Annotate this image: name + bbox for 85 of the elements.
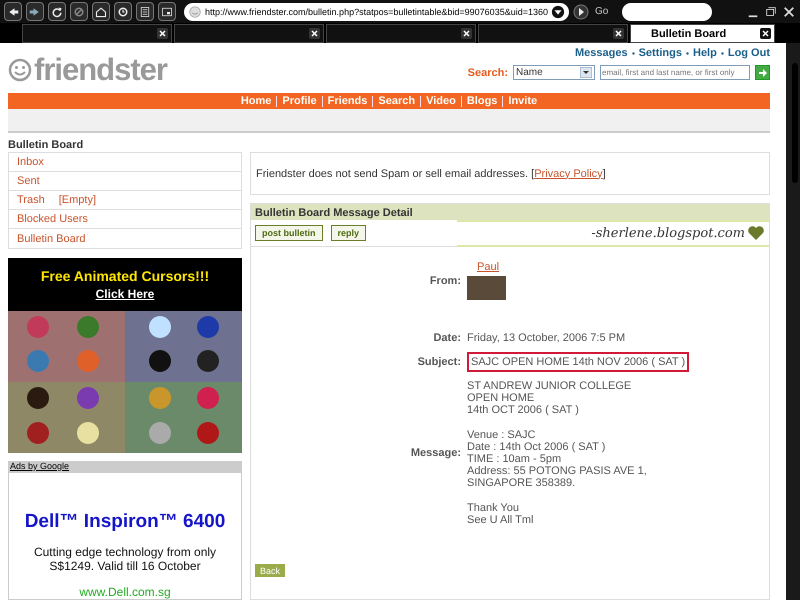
action-button[interactable]: post bulletin xyxy=(255,225,322,241)
caret-icon xyxy=(580,67,592,78)
nav-link[interactable]: Friends xyxy=(322,96,372,106)
sidebar-item[interactable]: Sent xyxy=(17,175,40,187)
message-paragraph: ST ANDREW JUNIOR COLLEGE OPEN HOME 14th OCT 2006 ( SAT ) xyxy=(467,380,632,416)
sidebar-title: Bulletin Board xyxy=(8,139,84,152)
smiley-logo-icon xyxy=(8,58,32,82)
search-go-button[interactable] xyxy=(755,65,770,80)
search-type-select[interactable]: Name xyxy=(513,65,595,80)
back-icon xyxy=(7,6,19,18)
restore-icon[interactable] xyxy=(764,6,778,18)
ad-title: Free Animated Cursors!!! xyxy=(40,268,210,284)
smiley-icon xyxy=(188,4,202,19)
header-link[interactable]: Messages xyxy=(575,47,628,59)
nav-link[interactable]: Video xyxy=(420,96,461,106)
header-link[interactable]: Settings xyxy=(638,47,682,59)
search-field[interactable]: email, first and last name, or first only xyxy=(600,65,750,80)
privacy-policy-link[interactable]: Privacy Policy xyxy=(534,168,603,180)
date-value: Friday, 13 October, 2006 7:5 PM xyxy=(467,332,626,344)
subject-label: Subject: xyxy=(416,356,461,368)
forward-icon xyxy=(29,6,41,18)
ad-url-link[interactable]: www.Dell.com.sg xyxy=(79,585,171,599)
back-button[interactable]: Back xyxy=(255,564,286,577)
back-button[interactable] xyxy=(4,2,22,22)
history-icon xyxy=(117,6,129,18)
address-bar[interactable]: http://www.friendster.com/bulletin.php?statpos=bulletintable&bid=99076035&uid=1360 xyxy=(184,2,569,21)
close-icon[interactable] xyxy=(782,6,796,18)
cursor-ad-banner[interactable]: Free Animated Cursors!!! Click Here xyxy=(8,258,242,311)
logo-text: friendster xyxy=(34,52,167,88)
date-label: Date: xyxy=(432,332,461,344)
dot-separator-icon xyxy=(720,52,724,54)
header-link[interactable]: Log Out xyxy=(728,47,770,59)
panel-title: Bulletin Board Message Detail xyxy=(251,204,769,220)
search-label: Search: xyxy=(468,66,508,78)
ad-text: Cutting edge technology from only S$1249. Valid till 16 October xyxy=(32,545,218,573)
close-icon[interactable] xyxy=(760,28,771,39)
play-icon[interactable] xyxy=(573,4,589,20)
notice-text: Friendster does not send Spam or sell email addresses. [Privacy Policy] xyxy=(256,168,606,180)
browser-tab[interactable]: Bulletin Board xyxy=(630,24,775,43)
nav-link[interactable]: Invite xyxy=(502,96,542,106)
sidebar-item[interactable]: Bulletin Board xyxy=(17,232,86,244)
scroll-thumb[interactable] xyxy=(792,63,798,183)
page-button[interactable] xyxy=(158,2,176,22)
forward-button[interactable] xyxy=(26,2,44,22)
close-icon[interactable] xyxy=(613,28,624,39)
heart-icon xyxy=(747,225,765,241)
reload-button[interactable] xyxy=(48,2,66,22)
message-label: Message: xyxy=(410,447,461,459)
dot-separator-icon xyxy=(632,52,635,54)
from-label: From: xyxy=(428,274,461,286)
search-field[interactable] xyxy=(622,2,712,21)
ads-header-link[interactable]: Ads by Google xyxy=(9,461,241,473)
banner-text: -sherlene.blogspot.com xyxy=(591,226,745,240)
sender-link[interactable]: Paul xyxy=(477,261,500,273)
stop-button[interactable] xyxy=(70,2,88,22)
subject-value: SAJC OPEN HOME 14th NOV 2006 ( SAT ) xyxy=(467,352,690,372)
ad-title-link[interactable]: Dell™ Inspiron™ 6400 xyxy=(24,511,226,533)
action-button[interactable]: reply xyxy=(330,225,366,241)
reload-icon xyxy=(51,6,63,18)
print-icon xyxy=(139,6,151,18)
sidebar-item[interactable]: Blocked Users xyxy=(17,213,88,225)
sidebar-item[interactable]: Inbox xyxy=(17,156,44,168)
empty-trash-link[interactable]: [Empty] xyxy=(58,194,96,206)
stop-icon xyxy=(73,6,85,18)
page-icon xyxy=(161,6,173,18)
dropdown-icon xyxy=(551,4,565,19)
nav-link[interactable]: Profile xyxy=(276,96,322,106)
history-button[interactable] xyxy=(114,2,132,22)
home-icon xyxy=(95,6,107,18)
close-icon[interactable] xyxy=(157,28,168,39)
dot-separator-icon xyxy=(686,52,689,54)
arrow-icon xyxy=(758,68,768,78)
message-paragraph: Venue : SAJC Date : 14th Oct 2006 ( SAT ) TIME : 10am - 5pm Address: 55 POTONG PASIS AVE 1, SINGAPORE 358389. xyxy=(467,429,648,489)
sidebar-item[interactable]: Trash xyxy=(17,194,45,206)
print-button[interactable] xyxy=(136,2,154,22)
ad-link[interactable]: Click Here xyxy=(96,287,154,301)
close-icon[interactable] xyxy=(461,28,472,39)
header-link[interactable]: Help xyxy=(693,47,717,59)
message-paragraph: Thank You See U All Tml xyxy=(467,502,534,526)
nav-link[interactable]: Home xyxy=(236,96,276,106)
nav-link[interactable]: Blogs xyxy=(460,96,502,106)
close-icon[interactable] xyxy=(309,28,320,39)
nav-link[interactable]: Search xyxy=(372,96,420,106)
go-button[interactable]: Go xyxy=(593,6,610,18)
home-button[interactable] xyxy=(92,2,110,22)
